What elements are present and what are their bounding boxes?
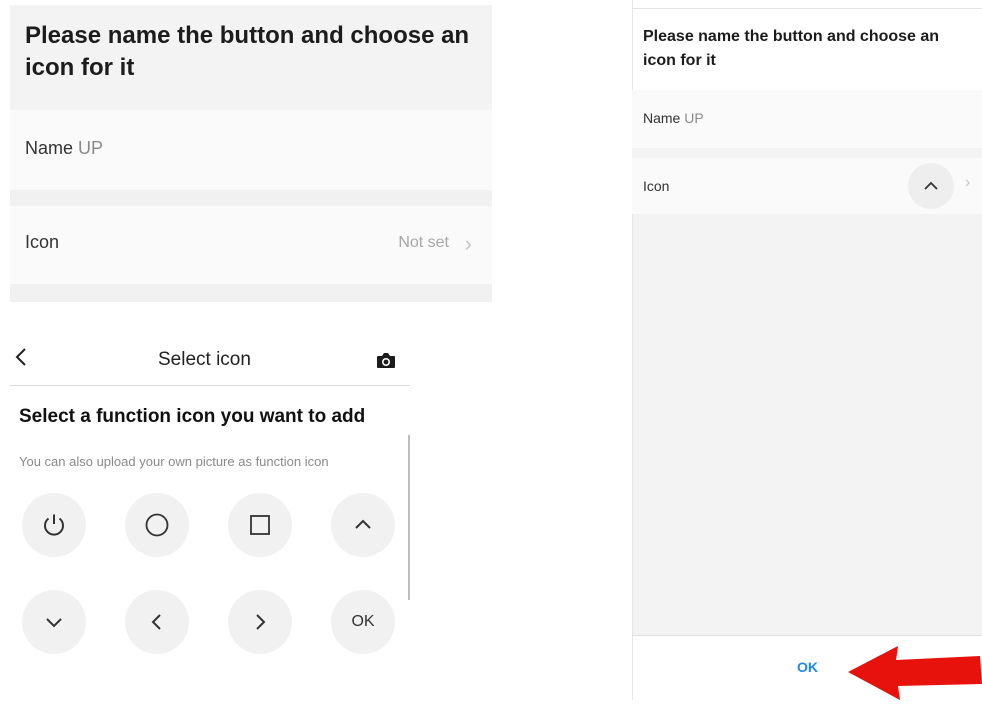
arrow-left-icon <box>848 646 982 700</box>
name-value: UP <box>684 110 704 126</box>
chevron-right-icon <box>256 614 266 630</box>
icon-label: Icon <box>643 178 670 194</box>
section-divider <box>632 148 982 158</box>
ok-button[interactable]: OK <box>797 659 818 675</box>
section-divider <box>10 284 492 302</box>
left-name-field[interactable]: Name UP <box>25 138 103 159</box>
top-divider <box>632 8 982 9</box>
chevron-down-icon <box>46 618 62 628</box>
chevron-left-icon <box>151 614 161 630</box>
chevron-up-icon <box>355 519 371 529</box>
footer-divider <box>632 635 982 636</box>
circle-icon <box>145 513 169 537</box>
scrollbar[interactable] <box>408 435 410 600</box>
right-icon-row[interactable]: Icon › <box>632 158 982 214</box>
red-arrow-annotation <box>840 640 982 700</box>
icon-option-ok[interactable]: OK <box>331 590 395 654</box>
chevron-right-icon: › <box>464 231 472 256</box>
select-icon-title: Select icon <box>158 349 251 370</box>
right-form-title: Please name the button and choose an ico… <box>643 28 940 69</box>
left-name-row[interactable]: Name UP <box>10 110 492 190</box>
square-icon <box>250 515 270 535</box>
right-name-field[interactable]: Name UP <box>643 110 704 126</box>
select-icon-subtext: You can also upload your own picture as … <box>19 454 329 469</box>
chevron-up-icon <box>924 181 938 190</box>
select-icon-heading: Select a function icon you want to add <box>19 406 366 427</box>
icon-label: Icon <box>25 232 60 252</box>
icon-option-right[interactable] <box>228 590 292 654</box>
power-icon <box>44 514 64 536</box>
section-divider <box>10 190 492 206</box>
chevron-right-icon: › <box>965 174 971 191</box>
icon-value: Not set <box>398 234 449 251</box>
left-form-title: Please name the button and choose an ico… <box>25 22 470 81</box>
right-name-row[interactable]: Name UP <box>632 90 982 148</box>
back-button[interactable] <box>14 346 36 372</box>
left-icon-row[interactable]: Icon Not set › <box>10 206 492 284</box>
icon-option-up[interactable] <box>331 493 395 557</box>
name-label: Name <box>25 138 74 158</box>
ok-icon: OK <box>351 613 375 630</box>
icon-option-square[interactable] <box>228 493 292 557</box>
chevron-left-icon <box>15 348 26 366</box>
icon-option-down[interactable] <box>22 590 86 654</box>
camera-icon <box>377 353 395 368</box>
name-label: Name <box>643 110 681 126</box>
icon-option-left[interactable] <box>125 590 189 654</box>
icon-option-power[interactable] <box>22 493 86 557</box>
camera-button[interactable] <box>376 351 396 369</box>
name-value: UP <box>78 138 104 158</box>
icon-option-circle[interactable] <box>125 493 189 557</box>
selected-icon-preview <box>908 163 954 209</box>
